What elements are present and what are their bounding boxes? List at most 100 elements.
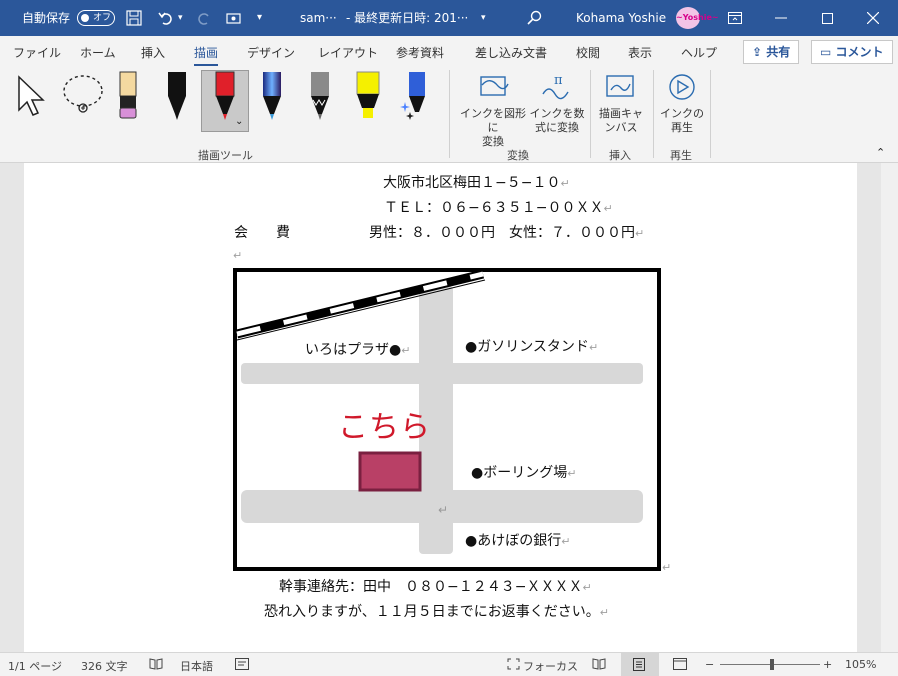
title-bar: 自動保存 オフ ▾ ▾ sam··· - 最終更新日時: 201··· ▾ Ko… xyxy=(0,0,898,36)
ink-to-math-icon[interactable]: π xyxy=(540,72,574,106)
paragraph-mark: ↵ xyxy=(603,202,613,215)
tab-layout[interactable]: レイアウト xyxy=(318,44,378,61)
draw-tools-group-label: 描画ツール xyxy=(198,149,253,162)
print-layout-icon[interactable] xyxy=(633,658,645,674)
paragraph-mark: ↵ xyxy=(567,467,577,480)
pencil-icon[interactable] xyxy=(306,70,334,126)
pen-options-chevron-down-icon[interactable]: ⌄ xyxy=(235,116,243,127)
toggle-knob xyxy=(81,14,89,22)
request-line: 恐れ入りますが、１１月５日までにお返事ください。↵ xyxy=(264,601,609,621)
vertical-scrollbar[interactable] xyxy=(881,163,898,652)
kochira-ink-annotation[interactable]: こちら xyxy=(338,402,431,446)
bowling-label: ●ボーリング場↵ xyxy=(471,462,576,482)
contact-line: 幹事連絡先：田中 ０８０−１２４３−ＸＸＸＸ↵ xyxy=(279,576,592,596)
share-button[interactable]: ⇪ 共有 xyxy=(743,40,800,64)
zoom-in-icon[interactable]: + xyxy=(823,658,832,671)
collapse-ribbon-icon[interactable]: ⌃ xyxy=(876,146,885,159)
venue-marker xyxy=(358,451,422,492)
map-drawing[interactable]: ↵ xyxy=(233,268,661,573)
bowling-text: ●ボーリング場 xyxy=(471,465,568,481)
sparkle-pen-icon[interactable] xyxy=(400,70,430,126)
zoom-level[interactable]: 105% xyxy=(845,658,876,671)
gas-label: ●ガソリンスタンド↵ xyxy=(465,336,598,356)
bank-text: ●あけぼの銀行 xyxy=(465,533,562,549)
convert-group-label: 変換 xyxy=(507,149,529,162)
gas-text: ●ガソリンスタンド xyxy=(465,339,589,355)
group-separator xyxy=(710,70,711,158)
tab-file[interactable]: ファイル xyxy=(13,44,61,61)
page-count[interactable]: 1/1 ページ xyxy=(8,658,62,674)
tab-help[interactable]: ヘルプ xyxy=(681,44,717,61)
language[interactable]: 日本語 xyxy=(180,658,213,674)
svg-text:↵: ↵ xyxy=(438,503,448,517)
black-pen-icon[interactable] xyxy=(163,70,191,126)
share-icon: ⇪ xyxy=(752,45,767,59)
title-dropdown-icon[interactable]: ▾ xyxy=(481,0,486,36)
accessibility-icon[interactable] xyxy=(235,658,249,673)
tab-view[interactable]: 表示 xyxy=(628,44,652,61)
replay-group-label: 再生 xyxy=(670,149,692,162)
comment-label: コメント xyxy=(835,45,884,59)
redo-icon[interactable] xyxy=(196,0,212,36)
highlighter-icon[interactable] xyxy=(353,70,383,126)
search-icon[interactable] xyxy=(527,0,542,36)
lasso-select-icon[interactable] xyxy=(60,72,106,122)
comment-button[interactable]: ▭ コメント xyxy=(811,40,893,64)
minimize-icon[interactable] xyxy=(758,0,804,36)
ink-replay-icon[interactable] xyxy=(666,72,698,106)
user-name[interactable]: Kohama Yoshie xyxy=(576,0,666,36)
avatar[interactable]: ~Yoshie~ xyxy=(676,7,719,29)
paragraph-mark: ↵ xyxy=(588,341,599,354)
close-icon[interactable] xyxy=(850,0,896,36)
group-separator xyxy=(590,70,591,158)
zoom-out-icon[interactable]: − xyxy=(705,658,714,671)
proofing-book-icon[interactable] xyxy=(149,658,163,673)
tab-references[interactable]: 参考資料 xyxy=(396,44,444,61)
tab-draw[interactable]: 描画 xyxy=(194,44,219,66)
contact-text: 幹事連絡先：田中 ０８０−１２４３−ＸＸＸＸ xyxy=(279,579,583,595)
ink-replay-label[interactable]: インクの 再生 xyxy=(658,107,706,135)
focus-icon[interactable] xyxy=(507,658,520,673)
address-line: 大阪市北区梅田１−５−１０↵ xyxy=(383,172,570,192)
tab-mailings[interactable]: 差し込み文書 xyxy=(475,44,547,61)
eraser-icon[interactable] xyxy=(114,70,142,124)
paragraph-mark: ↵ xyxy=(582,581,592,594)
word-count[interactable]: 326 文字 xyxy=(81,658,128,674)
upper-road xyxy=(241,363,643,384)
maximize-icon[interactable] xyxy=(804,0,850,36)
svg-text:π: π xyxy=(554,73,563,88)
canvas-label[interactable]: 描画キャ ンバス xyxy=(596,107,646,135)
modified-time[interactable]: - 最終更新日時: 201··· xyxy=(346,0,468,36)
iroha-text: いろはプラザ● xyxy=(305,342,402,358)
fee-label: 会 費 xyxy=(234,225,290,241)
ink-to-shape-icon[interactable] xyxy=(478,72,510,106)
customize-qat-icon[interactable]: ▾ xyxy=(257,0,262,36)
undo-dropdown-icon[interactable]: ▾ xyxy=(178,0,183,36)
autosave-toggle[interactable]: オフ xyxy=(77,10,115,26)
map-paragraph-mark: ↵ xyxy=(662,559,671,575)
web-layout-icon[interactable] xyxy=(673,658,687,673)
autosave-label: 自動保存 xyxy=(22,11,71,25)
save-icon[interactable] xyxy=(126,0,142,36)
ink-to-shape-label[interactable]: インクを図形に 変換 xyxy=(456,107,530,149)
paragraph-mark: ↵ xyxy=(662,561,672,574)
galaxy-pen-icon[interactable] xyxy=(258,70,286,126)
zoom-slider-thumb[interactable] xyxy=(770,659,774,670)
iroha-label: いろはプラザ●↵ xyxy=(305,339,410,359)
paragraph-mark: ↵ xyxy=(560,177,570,190)
ribbon-display-icon[interactable] xyxy=(712,0,758,36)
touch-mode-icon[interactable] xyxy=(225,0,242,36)
drawing-canvas-icon[interactable] xyxy=(604,72,636,106)
read-mode-icon[interactable] xyxy=(592,658,606,673)
doc-name[interactable]: sam··· xyxy=(300,0,337,36)
paragraph-mark: ↵ xyxy=(233,249,243,262)
ink-to-math-label[interactable]: インクを数 式に変換 xyxy=(528,107,586,135)
tab-review[interactable]: 校閲 xyxy=(576,44,600,61)
group-separator xyxy=(449,70,450,158)
tab-insert[interactable]: 挿入 xyxy=(141,44,165,61)
undo-icon[interactable] xyxy=(158,0,174,36)
tab-design[interactable]: デザイン xyxy=(247,44,295,61)
focus-mode[interactable]: フォーカス xyxy=(523,658,578,674)
select-objects-icon[interactable] xyxy=(16,74,48,122)
tab-home[interactable]: ホーム xyxy=(80,44,116,61)
